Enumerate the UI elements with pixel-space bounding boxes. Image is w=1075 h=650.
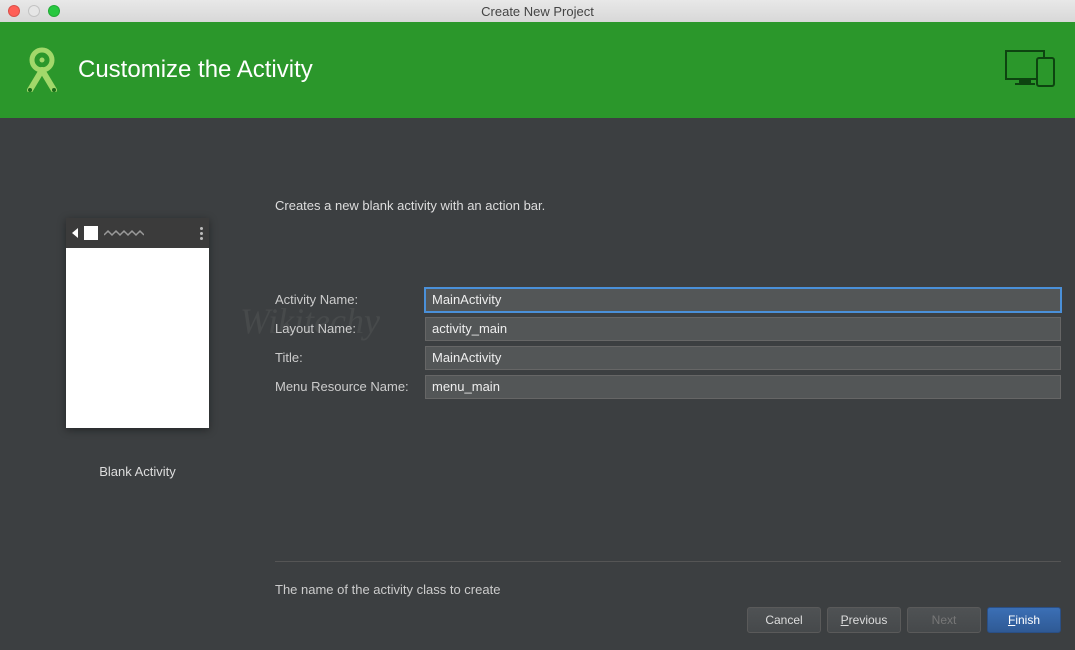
- previous-button[interactable]: Previous: [827, 607, 901, 633]
- app-icon-placeholder: [84, 226, 98, 240]
- row-menu-resource: Menu Resource Name:: [275, 372, 1061, 401]
- input-title[interactable]: [425, 346, 1061, 370]
- next-button[interactable]: Next: [907, 607, 981, 633]
- label-menu-resource: Menu Resource Name:: [275, 379, 425, 394]
- thumbnail-actionbar: [66, 218, 209, 248]
- label-title: Title:: [275, 350, 425, 365]
- input-activity-name[interactable]: [425, 288, 1061, 312]
- row-activity-name: Activity Name:: [275, 285, 1061, 314]
- template-label: Blank Activity: [99, 464, 176, 479]
- label-layout-name: Layout Name:: [275, 321, 425, 336]
- template-preview-column: Blank Activity: [0, 118, 275, 590]
- devices-icon: [1005, 50, 1055, 93]
- row-title: Title:: [275, 343, 1061, 372]
- minimize-window-button[interactable]: [28, 5, 40, 17]
- label-activity-name: Activity Name:: [275, 292, 425, 307]
- finish-button[interactable]: Finish: [987, 607, 1061, 633]
- banner-title: Customize the Activity: [78, 56, 313, 84]
- form-column: Creates a new blank activity with an act…: [275, 118, 1075, 590]
- back-icon: [72, 228, 78, 238]
- overflow-menu-icon: [200, 227, 203, 240]
- android-studio-logo-icon: [18, 44, 66, 97]
- input-layout-name[interactable]: [425, 317, 1061, 341]
- close-window-button[interactable]: [8, 5, 20, 17]
- footer-buttons: Cancel Previous Next Finish: [0, 590, 1075, 650]
- title-placeholder-icon: [104, 229, 194, 237]
- input-menu-resource[interactable]: [425, 375, 1061, 399]
- window-controls: [8, 5, 60, 17]
- thumbnail-body: [66, 248, 209, 428]
- description-text: Creates a new blank activity with an act…: [275, 198, 1061, 213]
- window-title: Create New Project: [0, 4, 1075, 19]
- row-layout-name: Layout Name:: [275, 314, 1061, 343]
- main-content: Blank Activity Creates a new blank activ…: [0, 118, 1075, 590]
- template-thumbnail[interactable]: [66, 218, 209, 428]
- cancel-button[interactable]: Cancel: [747, 607, 821, 633]
- banner: Customize the Activity: [0, 22, 1075, 118]
- divider: [275, 561, 1061, 562]
- titlebar: Create New Project: [0, 0, 1075, 22]
- maximize-window-button[interactable]: [48, 5, 60, 17]
